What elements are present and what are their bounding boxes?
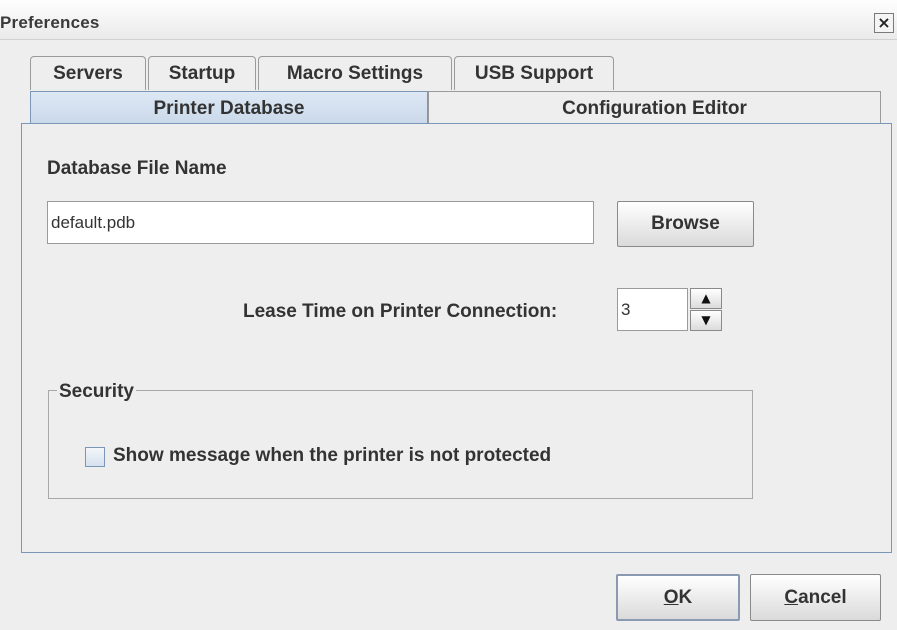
ok-mnemonic: O — [663, 586, 679, 608]
database-file-label: Database File Name — [47, 158, 227, 179]
show-message-checkbox-label[interactable]: Show message when the printer is not pro… — [113, 445, 551, 467]
lease-time-label: Lease Time on Printer Connection: — [243, 301, 558, 322]
cancel-mnemonic: C — [784, 586, 799, 608]
security-group-title: Security — [57, 381, 136, 403]
tab-macro-settings[interactable]: Macro Settings — [258, 56, 452, 90]
tab-configuration-editor[interactable]: Configuration Editor — [428, 91, 881, 125]
tab-printer-database[interactable]: Printer Database — [30, 91, 428, 125]
ok-button[interactable]: OK — [616, 574, 740, 621]
tab-startup[interactable]: Startup — [148, 56, 256, 90]
cancel-label-rest: ancel — [798, 586, 847, 608]
close-icon: × — [877, 13, 891, 32]
close-button[interactable]: × — [874, 13, 894, 33]
browse-button[interactable]: Browse — [617, 201, 754, 247]
arrow-up-icon: ▲ — [701, 291, 711, 305]
arrow-down-icon: ▼ — [701, 313, 711, 327]
cancel-button[interactable]: Cancel — [750, 574, 881, 621]
lease-time-decrement[interactable]: ▼ — [690, 310, 722, 331]
lease-time-increment[interactable]: ▲ — [690, 288, 722, 309]
tab-usb-support[interactable]: USB Support — [454, 56, 614, 90]
ok-label-rest: K — [678, 586, 693, 608]
title-bar — [0, 0, 897, 40]
window-title: Preferences — [0, 13, 100, 32]
show-message-checkbox[interactable] — [85, 447, 105, 467]
lease-time-input[interactable]: 3 — [617, 288, 688, 331]
database-file-input[interactable]: default.pdb — [47, 201, 594, 244]
tab-servers[interactable]: Servers — [30, 56, 146, 90]
